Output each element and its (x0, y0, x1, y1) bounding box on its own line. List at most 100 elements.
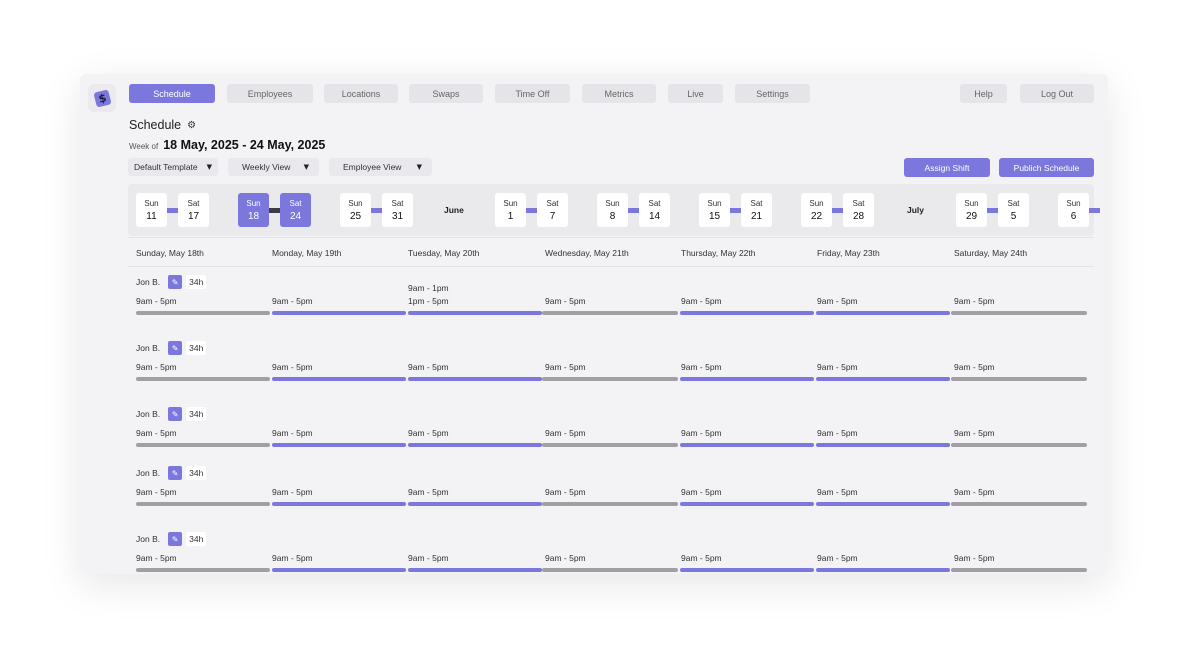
shift-bar[interactable] (272, 311, 406, 315)
shift-time[interactable]: 9am - 5pm (681, 362, 722, 372)
assign-shift-button[interactable]: Assign Shift (904, 158, 990, 177)
shift-time[interactable]: 9am - 5pm (272, 553, 313, 563)
view-select[interactable]: Weekly View ▼ (228, 158, 319, 176)
shift-bar[interactable] (408, 443, 542, 447)
week-end-tile[interactable]: Sat 24 (280, 193, 311, 227)
week-end-tile[interactable]: Sat 31 (382, 193, 413, 227)
shift-bar[interactable] (136, 311, 270, 315)
shift-bar[interactable] (680, 311, 814, 315)
week-start-tile[interactable]: Sun 29 (956, 193, 987, 227)
week-start-tile[interactable]: Sun 18 (238, 193, 269, 227)
shift-bar[interactable] (408, 311, 542, 315)
shift-bar[interactable] (816, 443, 950, 447)
shift-bar[interactable] (542, 311, 678, 315)
week-start-tile[interactable]: Sun 6 (1058, 193, 1089, 227)
shift-time[interactable]: 9am - 5pm (681, 296, 722, 306)
shift-time[interactable]: 9am - 5pm (136, 428, 177, 438)
nav-swaps[interactable]: Swaps (409, 84, 483, 103)
shift-time[interactable]: 9am - 5pm (545, 487, 586, 497)
week-start-tile[interactable]: Sun 11 (136, 193, 167, 227)
shift-bar[interactable] (816, 568, 950, 572)
shift-time[interactable]: 9am - 5pm (136, 362, 177, 372)
shift-time[interactable]: 9am - 5pm (817, 487, 858, 497)
shift-bar[interactable] (272, 502, 406, 506)
shift-time[interactable]: 9am - 5pm (681, 428, 722, 438)
help-button[interactable]: Help (960, 84, 1007, 103)
shift-bar[interactable] (408, 502, 542, 506)
week-end-tile[interactable]: Sat 14 (639, 193, 670, 227)
shift-time[interactable]: 9am - 5pm (817, 362, 858, 372)
shift-time[interactable]: 9am - 5pm (954, 487, 995, 497)
shift-time[interactable]: 9am - 5pm (272, 428, 313, 438)
shift-time[interactable]: 9am - 5pm (954, 296, 995, 306)
nav-locations[interactable]: Locations (324, 84, 398, 103)
shift-time[interactable]: 9am - 5pm (681, 487, 722, 497)
shift-bar[interactable] (951, 377, 1087, 381)
week-end-tile[interactable]: Sat 17 (178, 193, 209, 227)
template-select[interactable]: Default Template ▼ (128, 158, 218, 176)
shift-time[interactable]: 9am - 5pm (408, 362, 449, 372)
shift-bar[interactable] (136, 568, 270, 572)
shift-bar[interactable] (542, 568, 678, 572)
shift-time[interactable]: 9am - 5pm (136, 296, 177, 306)
shift-bar[interactable] (272, 443, 406, 447)
shift-time[interactable]: 9am - 5pm (136, 553, 177, 563)
shift-time[interactable]: 9am - 1pm (408, 283, 449, 293)
logo-icon[interactable]: $ (88, 84, 116, 112)
week-start-tile[interactable]: Sun 1 (495, 193, 526, 227)
shift-bar[interactable] (680, 443, 814, 447)
shift-bar[interactable] (680, 377, 814, 381)
week-start-tile[interactable]: Sun 25 (340, 193, 371, 227)
nav-employees[interactable]: Employees (227, 84, 313, 103)
shift-bar[interactable] (680, 568, 814, 572)
shift-time[interactable]: 9am - 5pm (954, 553, 995, 563)
edit-icon[interactable]: ✎ (168, 466, 183, 480)
shift-time[interactable]: 9am - 5pm (954, 362, 995, 372)
shift-time[interactable]: 9am - 5pm (545, 428, 586, 438)
week-start-tile[interactable]: Sun 8 (597, 193, 628, 227)
shift-time[interactable]: 9am - 5pm (272, 296, 313, 306)
edit-icon[interactable]: ✎ (168, 407, 183, 421)
nav-settings[interactable]: Settings (735, 84, 810, 103)
group-select[interactable]: Employee View ▼ (329, 158, 432, 176)
week-end-tile[interactable]: Sat 21 (741, 193, 772, 227)
shift-bar[interactable] (951, 568, 1087, 572)
shift-bar[interactable] (408, 568, 542, 572)
week-start-tile[interactable]: Sun 15 (699, 193, 730, 227)
shift-time[interactable]: 9am - 5pm (954, 428, 995, 438)
shift-bar[interactable] (816, 502, 950, 506)
nav-metrics[interactable]: Metrics (582, 84, 656, 103)
shift-bar[interactable] (542, 377, 678, 381)
shift-bar[interactable] (680, 502, 814, 506)
shift-time[interactable]: 9am - 5pm (408, 428, 449, 438)
shift-time[interactable]: 9am - 5pm (272, 362, 313, 372)
shift-bar[interactable] (272, 377, 406, 381)
nav-live[interactable]: Live (668, 84, 723, 103)
edit-icon[interactable]: ✎ (168, 532, 183, 546)
shift-time[interactable]: 9am - 5pm (136, 487, 177, 497)
shift-bar[interactable] (272, 568, 406, 572)
shift-time[interactable]: 9am - 5pm (545, 296, 586, 306)
shift-time[interactable]: 9am - 5pm (408, 487, 449, 497)
shift-time[interactable]: 9am - 5pm (272, 487, 313, 497)
shift-bar[interactable] (136, 377, 270, 381)
shift-time[interactable]: 9am - 5pm (408, 553, 449, 563)
shift-bar[interactable] (542, 502, 678, 506)
edit-icon[interactable]: ✎ (168, 275, 183, 289)
shift-bar[interactable] (816, 377, 950, 381)
shift-time[interactable]: 1pm - 5pm (408, 296, 449, 306)
shift-bar[interactable] (542, 443, 678, 447)
shift-bar[interactable] (136, 443, 270, 447)
shift-time[interactable]: 9am - 5pm (817, 296, 858, 306)
week-end-tile[interactable]: Sat 28 (843, 193, 874, 227)
shift-bar[interactable] (951, 311, 1087, 315)
gear-icon[interactable]: ⚙ (187, 120, 196, 131)
shift-bar[interactable] (136, 502, 270, 506)
week-end-tile[interactable]: Sat 7 (537, 193, 568, 227)
shift-time[interactable]: 9am - 5pm (545, 553, 586, 563)
publish-schedule-button[interactable]: Publich Schedule (999, 158, 1094, 177)
log-out-button[interactable]: Log Out (1020, 84, 1094, 103)
shift-time[interactable]: 9am - 5pm (817, 553, 858, 563)
week-end-tile[interactable]: Sat 5 (998, 193, 1029, 227)
shift-bar[interactable] (951, 443, 1087, 447)
